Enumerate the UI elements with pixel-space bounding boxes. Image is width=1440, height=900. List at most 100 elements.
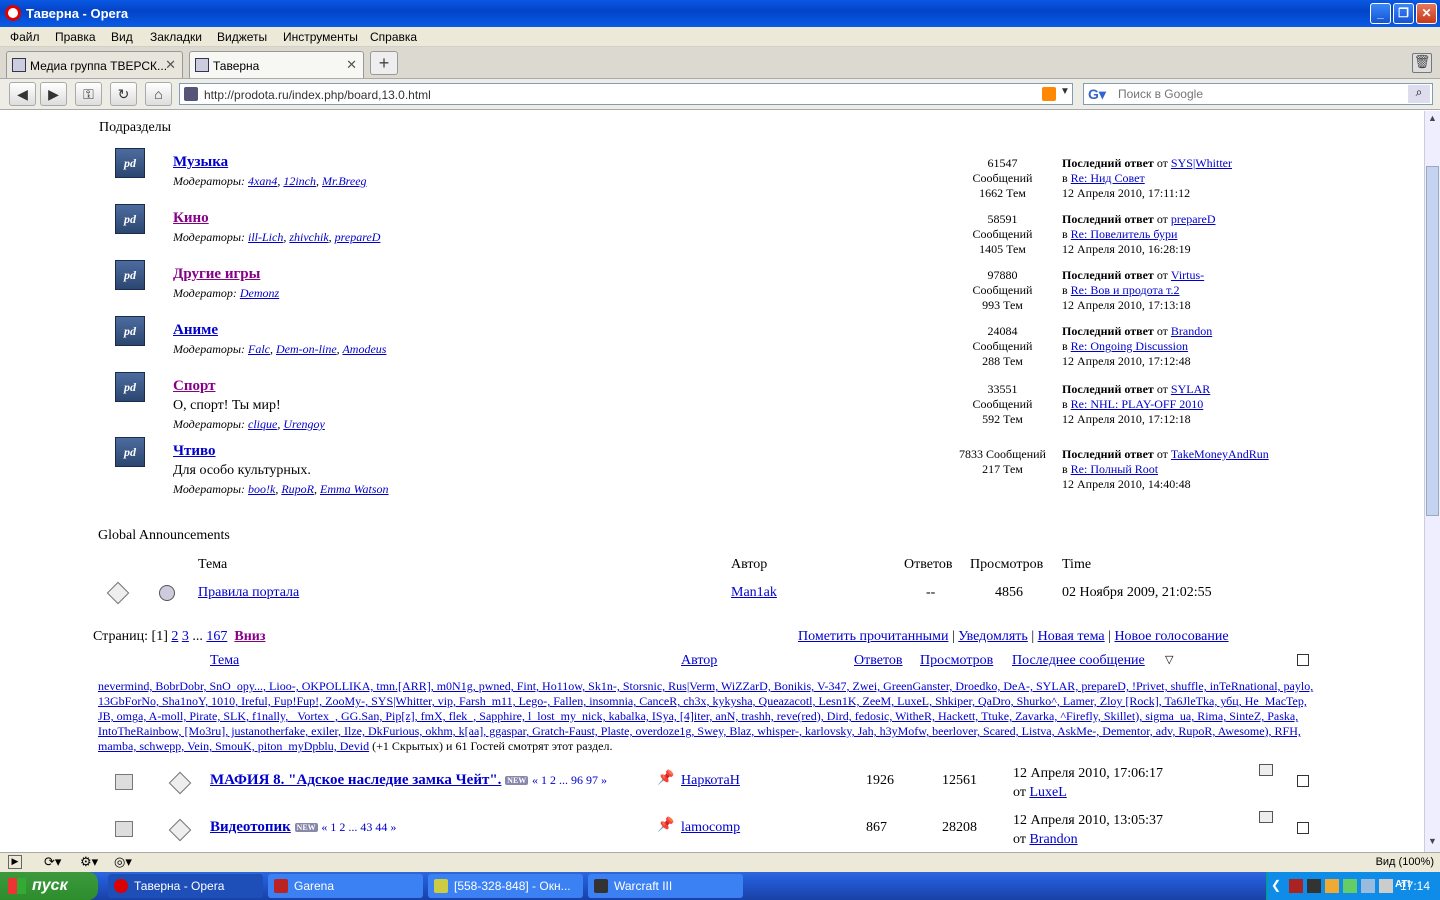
col-views[interactable]: Просмотров <box>920 653 993 669</box>
mark-read-link[interactable]: Пометить прочитанными <box>798 629 948 644</box>
task-warcraft[interactable]: Warcraft III <box>588 874 743 898</box>
address-bar[interactable]: http://prodota.ru/index.php/board,13.0.h… <box>179 83 1073 105</box>
last-post-topic[interactable]: Re: Нид Совет <box>1071 171 1145 185</box>
menu-widgets[interactable]: Виджеты <box>217 30 267 44</box>
menu-file[interactable]: Файл <box>10 30 40 44</box>
board-link[interactable]: Аниме <box>173 322 218 338</box>
search-icon[interactable]: ⌕ <box>1408 85 1430 103</box>
menu-tools[interactable]: Инструменты <box>283 30 358 44</box>
close-tab-icon[interactable]: ✕ <box>346 57 357 73</box>
moderator-link[interactable]: prepareD <box>335 230 381 244</box>
forward-button[interactable]: ▶ <box>40 82 67 106</box>
pager-page-3[interactable]: 3 <box>182 629 189 644</box>
moderator-link[interactable]: clique <box>248 417 277 431</box>
board-link[interactable]: Кино <box>173 210 209 226</box>
moderator-link[interactable]: Dem-on-line <box>276 342 337 356</box>
moderator-link[interactable]: boo!k <box>248 482 275 496</box>
task-window[interactable]: [558-328-848] - Окн... <box>428 874 583 898</box>
topic-author-link[interactable]: lamocomp <box>681 820 740 836</box>
board-link[interactable]: Музыка <box>173 154 228 170</box>
topic-author-link[interactable]: НаркотаН <box>681 773 740 789</box>
close-button[interactable]: ✕ <box>1416 3 1437 24</box>
go-down-link[interactable]: Вниз <box>234 629 265 644</box>
start-button[interactable]: пуск <box>0 872 98 900</box>
topic-link[interactable]: МАФИЯ 8. "Адское наследие замка Чейт". <box>210 772 501 788</box>
new-tab-button[interactable]: + <box>370 51 398 75</box>
new-topic-link[interactable]: Новая тема <box>1038 629 1105 644</box>
sync-icon[interactable]: ⟳▾ <box>44 854 61 870</box>
notify-link[interactable]: Уведомлять <box>958 629 1028 644</box>
moderator-link[interactable]: Emma Watson <box>320 482 389 496</box>
sort-down-icon[interactable]: ▽ <box>1165 653 1173 666</box>
board-link[interactable]: Другие игры <box>173 266 260 282</box>
moderator-link[interactable]: Amodeus <box>342 342 386 356</box>
network-icon[interactable] <box>1361 879 1375 893</box>
reload-button[interactable]: ↻ <box>110 82 137 106</box>
search-input[interactable] <box>1118 86 1403 102</box>
last-post-user[interactable]: SYS|Whitter <box>1171 156 1232 170</box>
minimize-button[interactable]: _ <box>1370 3 1391 24</box>
board-link[interactable]: Спорт <box>173 378 216 394</box>
tray-app-icon[interactable] <box>1289 879 1303 893</box>
moderator-link[interactable]: RupoR <box>281 482 314 496</box>
unite-icon[interactable]: ⚙▾ <box>80 854 98 870</box>
last-post-icon[interactable] <box>1259 811 1273 823</box>
col-topic[interactable]: Тема <box>210 653 239 669</box>
volume-icon[interactable] <box>1379 879 1393 893</box>
moderator-link[interactable]: Mr.Breeg <box>322 174 367 188</box>
online-users-list[interactable]: nevermind, BobrDobr, SnO_opy..., Lioo-, … <box>98 679 1313 753</box>
last-post-topic[interactable]: Re: Повелитель бури <box>1071 227 1178 241</box>
last-post-user[interactable]: LuxeL <box>1029 785 1066 800</box>
address-url[interactable]: http://prodota.ru/index.php/board,13.0.h… <box>204 88 431 102</box>
pager-last-page[interactable]: 167 <box>206 629 227 644</box>
vertical-scrollbar[interactable]: ▲ ▼ <box>1424 111 1440 852</box>
col-last-post[interactable]: Последнее сообщение <box>1012 653 1145 669</box>
topic-link[interactable]: Видеотопик <box>210 819 291 835</box>
board-link[interactable]: Чтиво <box>173 443 216 459</box>
last-post-user[interactable]: prepareD <box>1171 212 1216 226</box>
menu-help[interactable]: Справка <box>370 30 417 44</box>
back-button[interactable]: ◀ <box>9 82 36 106</box>
select-all-checkbox[interactable] <box>1297 654 1309 666</box>
menu-edit[interactable]: Правка <box>55 30 96 44</box>
topic-checkbox[interactable] <box>1297 775 1309 787</box>
tab-taverna[interactable]: Таверна ✕ <box>189 51 364 78</box>
last-post-user[interactable]: Brandon <box>1029 832 1077 847</box>
last-post-topic[interactable]: Re: Ongoing Discussion <box>1071 339 1188 353</box>
menu-bookmarks[interactable]: Закладки <box>150 30 202 44</box>
announcement-topic-link[interactable]: Правила портала <box>198 585 299 601</box>
zoom-level[interactable]: Вид (100%) <box>1376 856 1434 868</box>
new-badge[interactable]: NEW <box>505 776 529 786</box>
wand-key-icon[interactable]: ⚿ <box>75 82 102 106</box>
last-post-icon[interactable] <box>1259 764 1273 776</box>
new-poll-link[interactable]: Новое голосование <box>1114 629 1228 644</box>
menu-view[interactable]: Вид <box>111 30 133 44</box>
chevron-down-icon[interactable]: ▼ <box>1060 86 1070 97</box>
announcement-author-link[interactable]: Man1ak <box>731 585 777 601</box>
moderator-link[interactable]: zhivchik <box>289 230 328 244</box>
maximize-button[interactable]: ❐ <box>1393 3 1414 24</box>
topic-pages[interactable]: « 1 2 ... 43 44 » <box>321 820 396 834</box>
last-post-topic[interactable]: Re: Полный Root <box>1071 462 1158 476</box>
scroll-up-icon[interactable]: ▲ <box>1426 113 1439 127</box>
search-box[interactable]: G▾ ⌕ <box>1083 83 1433 105</box>
rss-icon[interactable] <box>1042 87 1056 101</box>
panel-toggle-icon[interactable]: ▶ <box>8 855 22 869</box>
tray-expand-icon[interactable]: ❮ <box>1271 878 1281 892</box>
last-post-user[interactable]: Brandon <box>1171 324 1212 338</box>
last-post-topic[interactable]: Re: Вов и продота т.2 <box>1071 283 1180 297</box>
last-post-topic[interactable]: Re: NHL: PLAY-OFF 2010 <box>1071 397 1204 411</box>
scroll-thumb[interactable] <box>1426 166 1439 516</box>
moderator-link[interactable]: Falc <box>248 342 270 356</box>
tray-app-icon[interactable] <box>1325 879 1339 893</box>
moderator-link[interactable]: 4xan4 <box>248 174 277 188</box>
tray-app-icon[interactable] <box>1307 879 1321 893</box>
scroll-down-icon[interactable]: ▼ <box>1426 836 1439 850</box>
last-post-user[interactable]: SYLAR <box>1171 382 1210 396</box>
task-opera[interactable]: Таверна - Opera <box>108 874 263 898</box>
tray-app-icon[interactable] <box>1343 879 1357 893</box>
task-garena[interactable]: Garena <box>268 874 423 898</box>
topic-pages[interactable]: « 1 2 ... 96 97 » <box>532 773 607 787</box>
google-icon[interactable]: G▾ <box>1088 86 1106 103</box>
tab-media[interactable]: Медиа группа ТВЕРСК... ✕ <box>6 51 183 78</box>
